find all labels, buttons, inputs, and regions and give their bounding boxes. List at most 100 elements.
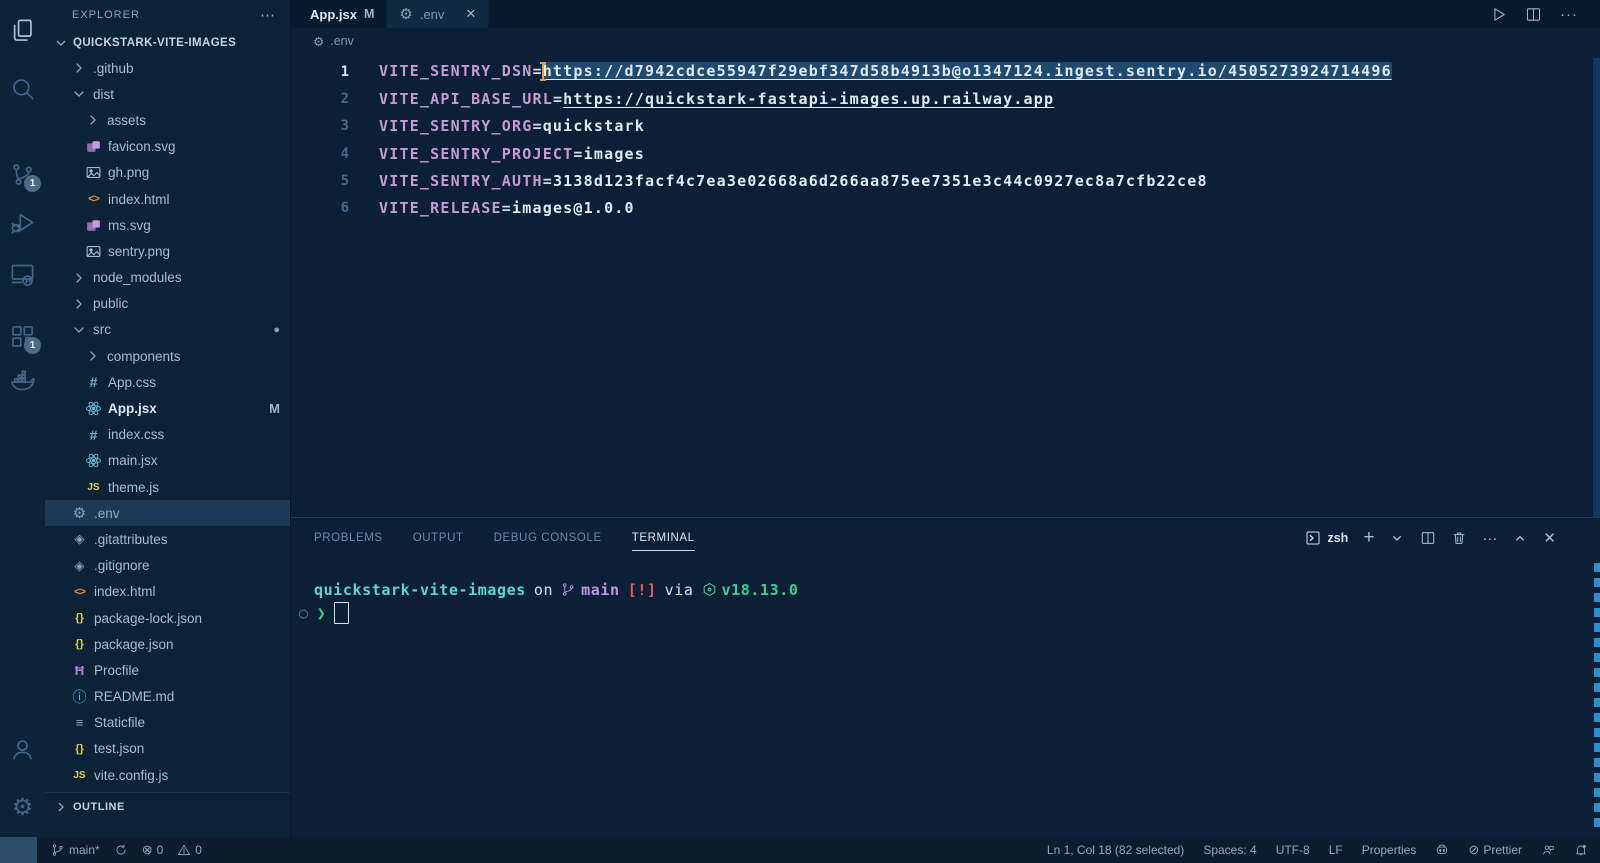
- code-line-2[interactable]: 2 VITE_API_BASE_URL=https://quickstark-fa…: [291, 85, 1600, 112]
- tree-folder-node-modules[interactable]: node_modules: [45, 265, 290, 291]
- gear-file-icon: ⚙: [72, 505, 87, 523]
- activity-docker[interactable]: [0, 360, 45, 400]
- terminal-input-line[interactable]: ○ ❯: [299, 601, 1600, 624]
- prompt-segment: main: [561, 581, 620, 599]
- code-line-3[interactable]: 3 VITE_SENTRY_ORG=quickstark: [291, 113, 1600, 140]
- tree-folder-dist[interactable]: dist: [45, 81, 290, 107]
- tree-file-staticfile[interactable]: ≡ Staticfile: [45, 710, 290, 736]
- tree-file-favicon-svg[interactable]: favicon.svg: [45, 134, 290, 160]
- close-panel-button[interactable]: ✕: [1543, 529, 1556, 547]
- gear-icon: ⚙: [313, 34, 325, 49]
- activity-explorer[interactable]: [0, 10, 45, 50]
- tree-file-main-jsx[interactable]: main.jsx: [45, 448, 290, 474]
- tree-file-sentry-png[interactable]: sentry.png: [45, 238, 290, 264]
- code-line-6[interactable]: 6 VITE_RELEASE=images@1.0.0: [291, 194, 1600, 221]
- activity-source-control[interactable]: 1: [0, 154, 45, 194]
- tree-file-gh-png[interactable]: gh.png: [45, 160, 290, 186]
- activity-account[interactable]: [0, 729, 45, 769]
- outline-section[interactable]: OUTLINE: [45, 792, 290, 820]
- activity-remote-explorer[interactable]: [0, 254, 45, 294]
- status-language-mode[interactable]: Properties: [1362, 843, 1417, 857]
- tab-app-jsx[interactable]: App.jsx M: [291, 0, 388, 28]
- tree-folder-assets[interactable]: assets: [45, 107, 290, 133]
- activity-search[interactable]: [0, 68, 45, 108]
- tree-file-app-jsx[interactable]: App.jsx M: [45, 395, 290, 421]
- code-editor[interactable]: 1 VITE_SENTRY_DSN=https://d7942cdce55947f…: [291, 58, 1600, 517]
- tree-file--gitignore[interactable]: ◈ .gitignore: [45, 553, 290, 579]
- tree-item-label: index.html: [94, 584, 156, 600]
- more-actions-icon[interactable]: ⋯: [260, 6, 276, 24]
- status-formatter[interactable]: ⊘ Prettier: [1468, 842, 1522, 858]
- tree-item-label: .github: [93, 60, 134, 76]
- remote-indicator[interactable]: [0, 837, 37, 863]
- line-content: VITE_SENTRY_DSN=https://d7942cdce55947f2…: [379, 62, 1392, 82]
- status-errors[interactable]: ⊗ 0: [142, 842, 164, 858]
- activity-extensions[interactable]: 1: [0, 316, 45, 356]
- status-warnings[interactable]: 0: [177, 843, 202, 857]
- maximize-panel-button[interactable]: [1512, 530, 1528, 546]
- prompt-symbol: ❯: [316, 603, 327, 622]
- activity-run-debug[interactable]: [0, 202, 45, 242]
- tree-file-readme-md[interactable]: ⓘ README.md: [45, 684, 290, 710]
- tree-file-package-json[interactable]: {} package.json: [45, 631, 290, 657]
- prompt-status-circle: ○: [299, 603, 309, 622]
- env-value-link[interactable]: https://d7942cdce55947f29ebf347d58b4913b…: [542, 62, 1392, 81]
- tree-folder-components[interactable]: components: [45, 343, 290, 369]
- tree-file-theme-js[interactable]: JS theme.js: [45, 474, 290, 500]
- editor-scrollbar[interactable]: [1593, 58, 1600, 517]
- status-branch[interactable]: main*: [51, 843, 100, 857]
- status-label: 0: [156, 843, 164, 857]
- more-actions-button[interactable]: ···: [1482, 530, 1497, 547]
- tree-file-index-css[interactable]: # index.css: [45, 422, 290, 448]
- explorer-root-folder[interactable]: QUICKSTARK-VITE-IMAGES: [45, 30, 290, 55]
- status-label: 0: [195, 843, 202, 857]
- split-terminal-button[interactable]: [1420, 530, 1436, 546]
- shell-label: zsh: [1327, 531, 1349, 545]
- tree-file-package-lock-json[interactable]: {} package-lock.json: [45, 605, 290, 631]
- code-line-5[interactable]: 5 VITE_SENTRY_AUTH=3138d123facf4c7ea3e026…: [291, 167, 1600, 194]
- tree-file-index-html[interactable]: <> index.html: [45, 579, 290, 605]
- tree-file-procfile[interactable]: Ħ Procfile: [45, 657, 290, 683]
- new-terminal-button[interactable]: +: [1363, 527, 1374, 549]
- panel-tab-terminal[interactable]: TERMINAL: [631, 518, 695, 558]
- kill-terminal-button[interactable]: [1451, 530, 1467, 546]
- launch-profile-dropdown-button[interactable]: [1389, 530, 1405, 546]
- code-line-4[interactable]: 4 VITE_SENTRY_PROJECT=images: [291, 140, 1600, 167]
- status-eol[interactable]: LF: [1329, 843, 1343, 857]
- tree-folder-public[interactable]: public: [45, 291, 290, 317]
- status-feedback[interactable]: [1541, 843, 1555, 857]
- tree-file-ms-svg[interactable]: ms.svg: [45, 212, 290, 238]
- run-button[interactable]: [1490, 6, 1507, 23]
- tree-folder--github[interactable]: .github: [45, 55, 290, 81]
- terminal-shell-selector[interactable]: zsh: [1305, 530, 1348, 546]
- panel-tab-problems[interactable]: PROBLEMS: [314, 518, 383, 558]
- tab--env[interactable]: ⚙ .env ✕: [387, 0, 490, 28]
- terminal-scroll-strip[interactable]: [1594, 563, 1600, 829]
- tree-file-app-css[interactable]: # App.css: [45, 369, 290, 395]
- status-notifications[interactable]: [1574, 843, 1588, 857]
- react-file-icon: [85, 400, 102, 417]
- status-copilot[interactable]: [1435, 843, 1449, 857]
- status-cursor-position[interactable]: Ln 1, Col 18 (82 selected): [1047, 843, 1184, 857]
- status-encoding[interactable]: UTF-8: [1276, 843, 1310, 857]
- panel-tab-output[interactable]: OUTPUT: [413, 518, 464, 558]
- status-sync[interactable]: [114, 843, 128, 857]
- tree-file--gitattributes[interactable]: ◈ .gitattributes: [45, 526, 290, 552]
- split-editor-button[interactable]: [1525, 6, 1542, 23]
- tree-file-test-json[interactable]: {} test.json: [45, 736, 290, 762]
- tree-file-vite-config-js[interactable]: JS vite.config.js: [45, 762, 290, 788]
- code-line-1[interactable]: 1 VITE_SENTRY_DSN=https://d7942cdce55947f…: [291, 58, 1600, 85]
- tree-file--env[interactable]: ⚙ .env: [45, 500, 290, 527]
- status-indentation[interactable]: Spaces: 4: [1203, 843, 1256, 857]
- tree-file-index-html[interactable]: <> index.html: [45, 186, 290, 212]
- panel-tab-debug-console[interactable]: DEBUG CONSOLE: [494, 518, 602, 558]
- env-value-link[interactable]: https://quickstark-fastapi-images.up.rai…: [563, 90, 1054, 108]
- breadcrumb[interactable]: ⚙ .env: [291, 28, 1600, 54]
- tree-folder-src[interactable]: src ●: [45, 317, 290, 343]
- more-actions-button[interactable]: ···: [1560, 6, 1578, 23]
- terminal[interactable]: quickstark-vite-images on main [!] via v18.13…: [291, 558, 1600, 624]
- close-icon[interactable]: ✕: [465, 6, 476, 22]
- files-icon: [9, 17, 36, 44]
- activity-settings[interactable]: ⚙: [0, 787, 45, 827]
- js-file-icon: JS: [87, 481, 100, 493]
